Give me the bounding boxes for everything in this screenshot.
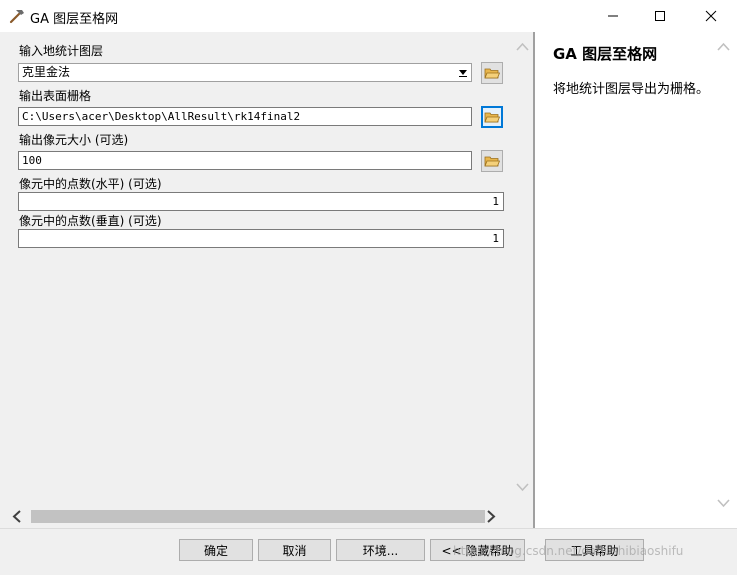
browse-output-raster-button[interactable] — [481, 106, 503, 128]
minimize-icon — [608, 15, 618, 17]
title-bar: GA 图层至格网 — [0, 0, 737, 32]
ok-button[interactable]: 确定 — [179, 539, 253, 561]
input-layer-dropdown[interactable]: 克里金法 — [18, 63, 472, 82]
maximize-button[interactable] — [637, 0, 683, 32]
input-layer-value: 克里金法 — [22, 65, 71, 79]
points-horizontal-label: 像元中的点数(水平) (可选) — [19, 177, 162, 191]
help-title: GA 图层至格网 — [553, 45, 658, 63]
chevron-up-icon[interactable] — [716, 42, 731, 52]
scrollbar-thumb[interactable] — [31, 510, 485, 523]
browse-cell-size-button[interactable] — [481, 150, 503, 172]
close-icon — [705, 10, 717, 22]
parameters-pane: 输入地统计图层 克里金法 输出表面栅格 C:\Users\acer\Deskto… — [0, 32, 533, 528]
cell-size-field[interactable]: 100 — [18, 151, 472, 170]
points-vertical-field[interactable]: 1 — [18, 229, 504, 248]
chevron-left-icon[interactable] — [12, 509, 22, 524]
environments-button[interactable]: 环境... — [336, 539, 425, 561]
close-button[interactable] — [688, 0, 734, 32]
hammer-icon — [9, 10, 24, 24]
tool-help-button[interactable]: 工具帮助 — [545, 539, 644, 561]
horizontal-scrollbar[interactable] — [0, 506, 512, 527]
button-bar: 确定 取消 环境... << 隐藏帮助 工具帮助 https://blog.cs… — [0, 528, 737, 575]
chevron-down-icon — [459, 70, 467, 77]
folder-open-icon — [484, 68, 500, 79]
hide-help-button[interactable]: << 隐藏帮助 — [430, 539, 525, 561]
input-layer-label: 输入地统计图层 — [19, 44, 104, 58]
points-vertical-label: 像元中的点数(垂直) (可选) — [19, 214, 162, 228]
help-description: 将地统计图层导出为栅格。 — [553, 82, 710, 97]
help-pane: GA 图层至格网 将地统计图层导出为栅格。 — [535, 32, 737, 528]
vertical-scrollbar[interactable] — [512, 32, 533, 506]
window-title: GA 图层至格网 — [30, 12, 119, 27]
output-raster-field[interactable]: C:\Users\acer\Desktop\AllResult\rk14fina… — [18, 107, 472, 126]
points-horizontal-field[interactable]: 1 — [18, 192, 504, 211]
cancel-button[interactable]: 取消 — [258, 539, 331, 561]
browse-input-layer-button[interactable] — [481, 62, 503, 84]
maximize-icon — [655, 11, 665, 21]
folder-open-icon — [484, 112, 500, 123]
chevron-down-icon[interactable] — [515, 482, 530, 492]
folder-open-icon — [484, 156, 500, 167]
cell-size-label: 输出像元大小 (可选) — [19, 133, 129, 147]
chevron-right-icon[interactable] — [486, 509, 496, 524]
chevron-up-icon[interactable] — [515, 42, 530, 52]
minimize-button[interactable] — [590, 0, 636, 32]
output-raster-label: 输出表面栅格 — [19, 89, 92, 103]
chevron-down-icon[interactable] — [716, 498, 731, 508]
